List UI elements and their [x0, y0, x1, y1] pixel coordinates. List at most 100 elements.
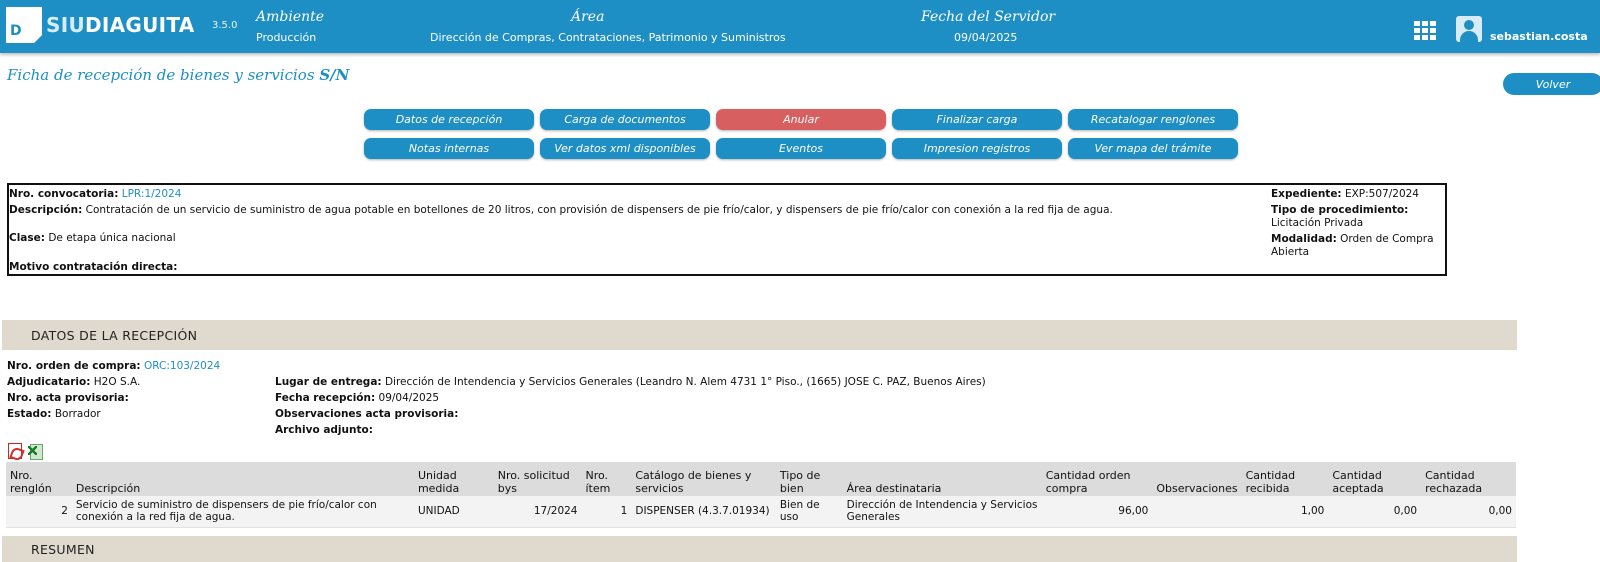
modalidad-row: Modalidad: Orden de Compra Abierta — [1271, 233, 1441, 259]
acta-provisoria-row: Nro. acta provisoria: — [7, 392, 129, 404]
user-avatar-icon[interactable] — [1456, 16, 1482, 42]
cell-solicitud: 17/2024 — [493, 496, 582, 528]
eventos-button[interactable]: Eventos — [716, 138, 886, 159]
ambiente-value: Producción — [256, 31, 317, 44]
clase-row: Clase: De etapa única nacional — [9, 232, 176, 244]
datos-recepcion-button[interactable]: Datos de recepción — [364, 109, 534, 130]
acta-provisoria-label: Nro. acta provisoria: — [7, 392, 129, 404]
col-area[interactable]: Área destinataria — [842, 462, 1042, 496]
orden-compra-link[interactable]: ORC:103/2024 — [144, 360, 220, 372]
modalidad-label: Modalidad: — [1271, 233, 1337, 245]
archivo-adjunto-label: Archivo adjunto: — [275, 424, 373, 436]
expediente-value: EXP:507/2024 — [1344, 188, 1419, 200]
renglones-table: Nro. renglón Descripción Unidad medida N… — [6, 462, 1516, 528]
col-renglon[interactable]: Nro. renglón — [6, 462, 72, 496]
col-catalogo[interactable]: Catálogo de bienes y servicios — [631, 462, 776, 496]
finalizar-carga-button[interactable]: Finalizar carga — [892, 109, 1062, 130]
col-descripcion[interactable]: Descripción — [71, 462, 414, 496]
page-title-suffix: S/N — [319, 66, 350, 84]
apps-grid-icon[interactable] — [1414, 21, 1436, 40]
page-title-text: Ficha de recepción de bienes y servicios — [7, 66, 315, 84]
archivo-adjunto-row: Archivo adjunto: — [275, 424, 373, 436]
cell-tipo: Bien de uso — [775, 496, 843, 528]
cell-descripcion: Servicio de suministro de dispensers de … — [71, 496, 414, 528]
recatalogar-renglones-button[interactable]: Recatalogar renglones — [1068, 109, 1238, 130]
pdf-export-icon[interactable] — [8, 443, 22, 459]
tipo-procedimiento-value: Licitación Privada — [1271, 217, 1364, 229]
adjudicatario-value: H2O S.A. — [93, 376, 141, 388]
estado-value: Borrador — [54, 408, 101, 420]
cell-aceptada: 0,00 — [1328, 496, 1422, 528]
col-rechazada[interactable]: Cantidad rechazada — [1421, 462, 1516, 496]
expediente-label: Expediente: — [1271, 188, 1342, 200]
cell-unidad: UNIDAD — [413, 496, 494, 528]
impresion-registros-button[interactable]: Impresion registros — [892, 138, 1062, 159]
username[interactable]: sebastian.costa — [1490, 30, 1588, 43]
expediente-row: Expediente: EXP:507/2024 — [1271, 188, 1441, 201]
resumen-section-title: RESUMEN — [31, 542, 95, 557]
cell-renglon: 2 — [6, 496, 72, 528]
fecha-servidor-value: 09/04/2025 — [954, 31, 1018, 44]
adjudicatario-row: Adjudicatario: H2O S.A. — [7, 376, 140, 388]
tipo-procedimiento-row: Tipo de procedimiento: Licitación Privad… — [1271, 204, 1441, 230]
top-header-bar: D SIUDIAGUITA 3.5.0 Ambiente Producción … — [0, 0, 1600, 53]
area-value: Dirección de Compras, Contrataciones, Pa… — [430, 31, 786, 44]
table-row[interactable]: 2 Servicio de suministro de dispensers d… — [6, 496, 1516, 528]
cell-observaciones — [1152, 496, 1242, 528]
col-recibida[interactable]: Cantidad recibida — [1241, 462, 1329, 496]
descripcion-value: Contratación de un servicio de suministr… — [85, 204, 1113, 216]
excel-export-icon[interactable] — [28, 443, 43, 460]
col-aceptada[interactable]: Cantidad aceptada — [1328, 462, 1422, 496]
datos-recepcion-section-title: DATOS DE LA RECEPCIÓN — [31, 328, 198, 343]
volver-button[interactable]: Volver — [1503, 73, 1600, 95]
motivo-label: Motivo contratación directa: — [9, 261, 178, 273]
table-header-row: Nro. renglón Descripción Unidad medida N… — [6, 462, 1516, 496]
cell-cantidad-orden: 96,00 — [1041, 496, 1153, 528]
estado-row: Estado: Borrador — [7, 408, 101, 420]
fecha-recepcion-label: Fecha recepción: — [275, 392, 376, 404]
col-solicitud[interactable]: Nro. solicitud bys — [493, 462, 582, 496]
descripcion-label: Descripción: — [9, 204, 83, 216]
cell-area: Dirección de Intendencia y Servicios Gen… — [842, 496, 1042, 528]
convocatoria-info-box: Nro. convocatoria: LPR:1/2024 Descripció… — [7, 183, 1447, 276]
motivo-row: Motivo contratación directa: — [9, 261, 177, 273]
notas-internas-button[interactable]: Notas internas — [364, 138, 534, 159]
orden-compra-row: Nro. orden de compra: ORC:103/2024 — [7, 360, 220, 372]
app-logo-text[interactable]: SIUDIAGUITA — [46, 13, 195, 37]
col-unidad[interactable]: Unidad medida — [413, 462, 494, 496]
clase-label: Clase: — [9, 232, 45, 244]
resumen-section-header[interactable]: RESUMEN — [2, 536, 1517, 562]
col-tipo[interactable]: Tipo de bien — [775, 462, 843, 496]
observaciones-acta-label: Observaciones acta provisoria: — [275, 408, 459, 420]
ver-datos-xml-button[interactable]: Ver datos xml disponibles — [540, 138, 710, 159]
area-label: Área — [571, 9, 605, 25]
carga-documentos-button[interactable]: Carga de documentos — [540, 109, 710, 130]
app-version: 3.5.0 — [212, 20, 238, 31]
cell-catalogo: DISPENSER (4.3.7.01934) — [631, 496, 776, 528]
anular-button[interactable]: Anular — [716, 109, 886, 130]
cell-item: 1 — [581, 496, 632, 528]
page-title: Ficha de recepción de bienes y servicios… — [7, 66, 349, 84]
action-buttons: Datos de recepción Carga de documentos A… — [364, 109, 1238, 159]
lugar-entrega-row: Lugar de entrega: Dirección de Intendenc… — [275, 376, 986, 388]
adjudicatario-label: Adjudicatario: — [7, 376, 91, 388]
clase-value: De etapa única nacional — [48, 232, 176, 244]
cell-rechazada: 0,00 — [1421, 496, 1516, 528]
ambiente-label: Ambiente — [256, 9, 325, 25]
observaciones-acta-row: Observaciones acta provisoria: — [275, 408, 458, 420]
col-observaciones[interactable]: Observaciones — [1152, 462, 1242, 496]
logo-siu: SIU — [46, 13, 85, 37]
fecha-recepcion-row: Fecha recepción: 09/04/2025 — [275, 392, 439, 404]
logo-name: DIAGUITA — [85, 13, 195, 37]
ver-mapa-tramite-button[interactable]: Ver mapa del trámite — [1068, 138, 1238, 159]
col-cantidad-orden[interactable]: Cantidad orden compra — [1041, 462, 1153, 496]
lugar-entrega-value: Dirección de Intendencia y Servicios Gen… — [384, 376, 986, 388]
cell-recibida: 1,00 — [1241, 496, 1329, 528]
nro-convocatoria-row: Nro. convocatoria: LPR:1/2024 — [9, 188, 181, 200]
logo-letter: D — [10, 23, 22, 39]
estado-label: Estado: — [7, 408, 52, 420]
nro-convocatoria-link[interactable]: LPR:1/2024 — [122, 188, 182, 200]
col-item[interactable]: Nro. ítem — [581, 462, 632, 496]
lugar-entrega-label: Lugar de entrega: — [275, 376, 382, 388]
datos-recepcion-section-header[interactable]: DATOS DE LA RECEPCIÓN — [2, 320, 1517, 350]
